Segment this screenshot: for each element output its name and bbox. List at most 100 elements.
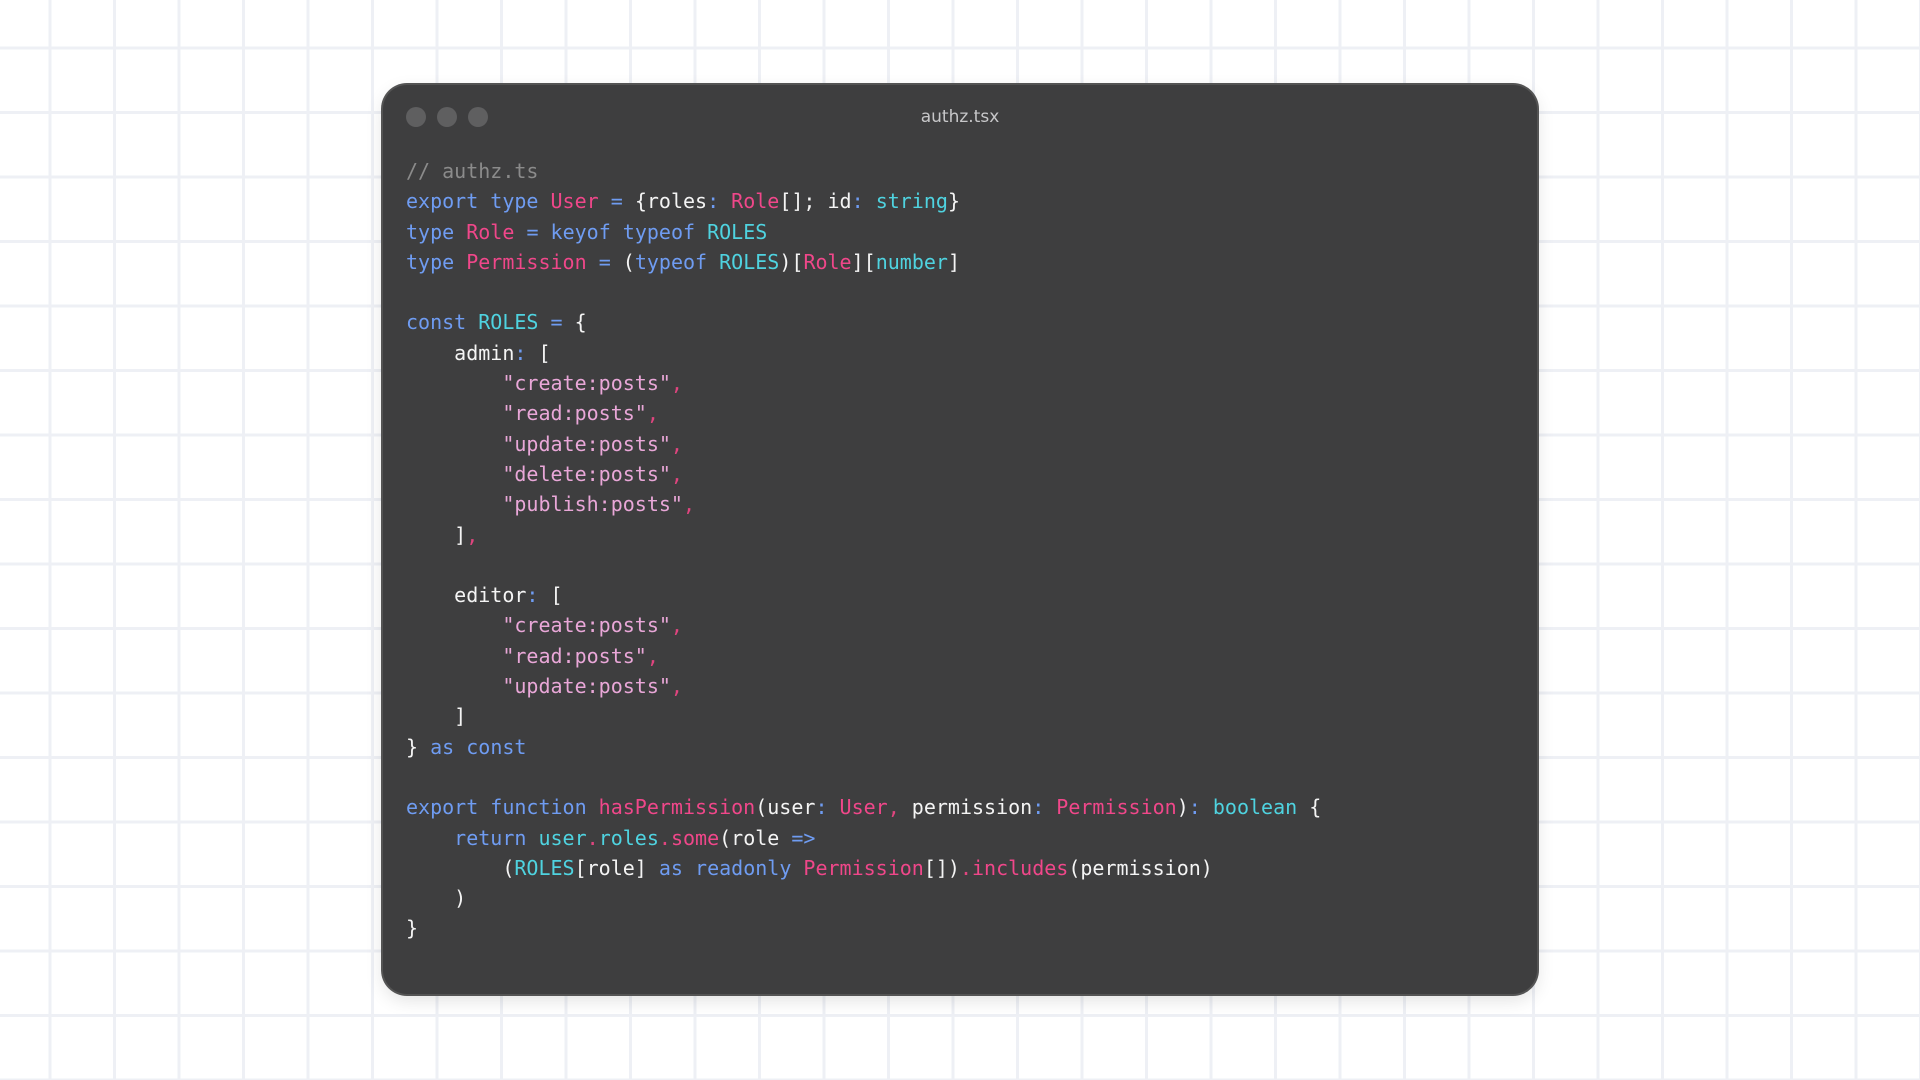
- code-token: "update:posts": [502, 674, 671, 699]
- code-token: string: [875, 189, 948, 214]
- code-token: user: [538, 825, 587, 850]
- code-token: export: [406, 795, 479, 820]
- code-token: ROLES: [719, 249, 780, 274]
- code-token: {roles: [622, 189, 708, 214]
- code-token: Permission: [1056, 795, 1177, 820]
- code-line: }: [406, 913, 1321, 943]
- code-token: (: [610, 249, 635, 274]
- code-token: function: [490, 795, 587, 820]
- code-token: :: [526, 583, 539, 608]
- code-token: []; id: [779, 189, 852, 214]
- code-token: const: [406, 310, 467, 335]
- code-token: [: [526, 340, 551, 365]
- code-token: ]: [947, 249, 960, 274]
- code-line: } as const: [406, 732, 1321, 762]
- code-token: ROLES: [514, 855, 575, 880]
- code-line: "update:posts",: [406, 671, 1321, 701]
- code-token: "read:posts": [502, 643, 647, 668]
- code-token: admin: [406, 340, 515, 365]
- code-token: =: [550, 310, 563, 335]
- code-token: ROLES: [707, 219, 768, 244]
- code-token: (role: [719, 825, 792, 850]
- code-token: [role]: [574, 855, 659, 880]
- code-token: .: [959, 855, 972, 880]
- code-token: as: [658, 855, 683, 880]
- code-token: const: [466, 734, 527, 759]
- code-line: "delete:posts",: [406, 459, 1321, 489]
- code-token: permission: [899, 795, 1033, 820]
- code-token: =>: [791, 825, 816, 850]
- code-line: "update:posts",: [406, 429, 1321, 459]
- code-token: as: [430, 734, 455, 759]
- code-token: :: [514, 340, 527, 365]
- code-token: ,: [670, 613, 683, 638]
- code-token: ,: [670, 674, 683, 699]
- code-line: type Role = keyof typeof ROLES: [406, 217, 1321, 247]
- code-token: export: [406, 189, 479, 214]
- code-line: ]: [406, 701, 1321, 731]
- code-token: ): [406, 886, 467, 911]
- code-token: :: [1188, 795, 1201, 820]
- window-titlebar: authz.tsx: [383, 85, 1537, 149]
- code-line: ],: [406, 520, 1321, 550]
- code-token: }: [947, 189, 960, 214]
- code-token: return: [454, 825, 527, 850]
- code-token: typeof: [622, 219, 696, 244]
- code-token: ]: [406, 704, 467, 729]
- code-token: =: [598, 249, 611, 274]
- code-token: Role: [731, 189, 780, 214]
- code-token: {: [562, 310, 587, 335]
- code-block[interactable]: // authz.ts export type User = {roles: Ro…: [406, 156, 1321, 944]
- code-window: authz.tsx // authz.ts export type User = …: [383, 85, 1537, 994]
- code-token: Role: [466, 219, 515, 244]
- code-token: ][: [851, 249, 876, 274]
- code-token: type: [406, 249, 455, 274]
- code-token: typeof: [634, 249, 708, 274]
- code-token: "update:posts": [502, 431, 671, 456]
- code-token: ,: [646, 643, 659, 668]
- code-line: export function hasPermission(user: User…: [406, 792, 1321, 822]
- code-token: "publish:posts": [502, 492, 683, 517]
- code-token: (user: [755, 795, 816, 820]
- code-token: ,: [670, 431, 683, 456]
- code-token: Permission: [466, 249, 587, 274]
- code-token: roles: [598, 825, 659, 850]
- code-line: "read:posts",: [406, 641, 1321, 671]
- code-token: ,: [682, 492, 695, 517]
- code-line: "read:posts",: [406, 398, 1321, 428]
- code-token: :: [851, 189, 864, 214]
- code-token: "create:posts": [502, 371, 671, 396]
- code-token: .: [586, 825, 599, 850]
- code-token: includes: [972, 855, 1069, 880]
- code-token: (permission): [1068, 855, 1213, 880]
- code-token: some: [670, 825, 720, 850]
- code-line: return user.roles.some(role =>: [406, 823, 1321, 853]
- code-token: {: [1297, 795, 1322, 820]
- code-token: }: [406, 916, 419, 941]
- code-token: []): [923, 855, 960, 880]
- code-token: :: [1032, 795, 1045, 820]
- code-token: [: [538, 583, 563, 608]
- code-token: keyof: [550, 219, 611, 244]
- code-token: ,: [887, 795, 900, 820]
- code-token: :: [707, 189, 720, 214]
